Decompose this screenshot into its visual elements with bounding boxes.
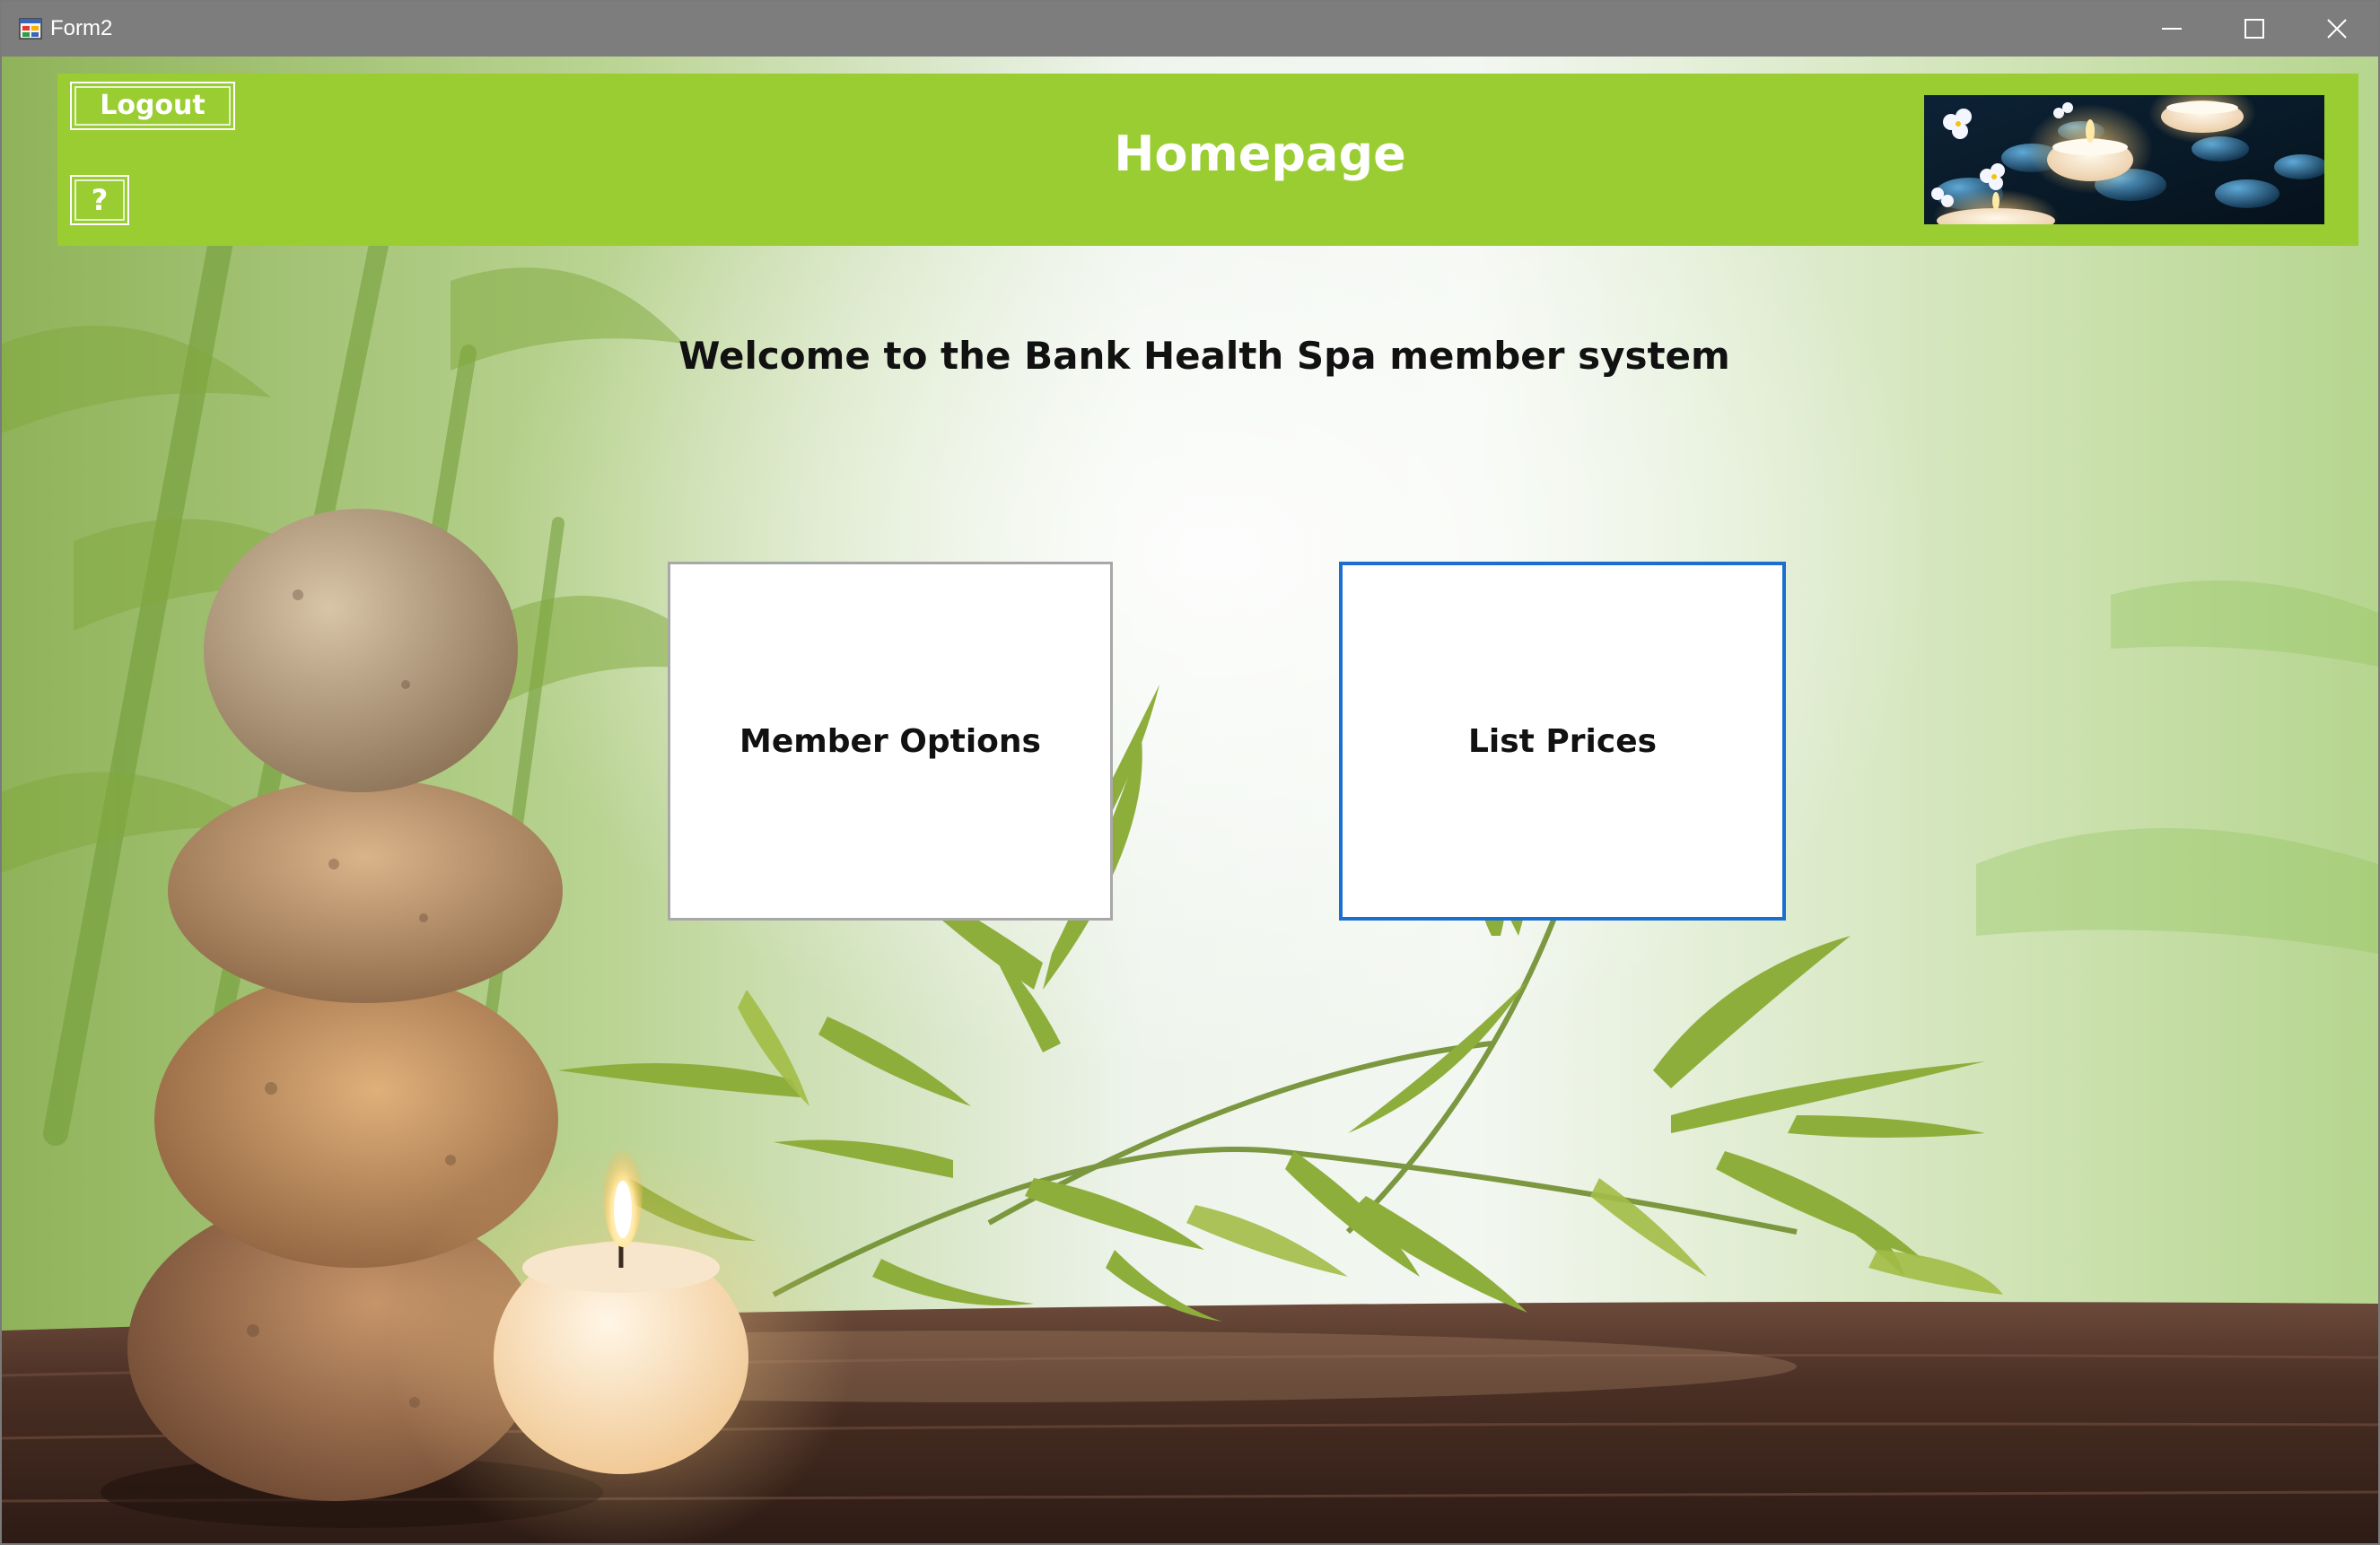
header-banner: Logout ? Homepage	[57, 74, 2358, 246]
close-button[interactable]	[2296, 2, 2378, 57]
maximize-button[interactable]	[2213, 2, 2296, 57]
minimize-button[interactable]	[2131, 2, 2213, 57]
list-prices-button[interactable]: List Prices	[1339, 562, 1786, 921]
app-form-icon	[19, 18, 42, 39]
page-title: Homepage	[1114, 126, 1406, 182]
help-button[interactable]: ?	[70, 175, 129, 225]
logout-button[interactable]: Logout	[70, 82, 235, 130]
window-title: Form2	[50, 16, 113, 40]
minimize-icon	[2162, 28, 2182, 30]
app-window: Form2 Logout ? Homepage Welcome to the B…	[0, 0, 2380, 1545]
welcome-message: Welcome to the Bank Health Spa member sy…	[678, 334, 1730, 378]
member-options-button[interactable]: Member Options	[668, 562, 1113, 921]
spa-background-image	[2, 57, 2378, 1543]
candles-and-stones-photo	[1924, 95, 2324, 224]
form-client-area: Logout ? Homepage Welcome to the Bank He…	[2, 57, 2378, 1543]
title-bar[interactable]: Form2	[2, 2, 2378, 57]
list-prices-label: List Prices	[1467, 722, 1658, 760]
member-options-label: Member Options	[739, 722, 1041, 760]
close-icon	[2327, 19, 2347, 39]
maximize-icon	[2244, 19, 2264, 39]
